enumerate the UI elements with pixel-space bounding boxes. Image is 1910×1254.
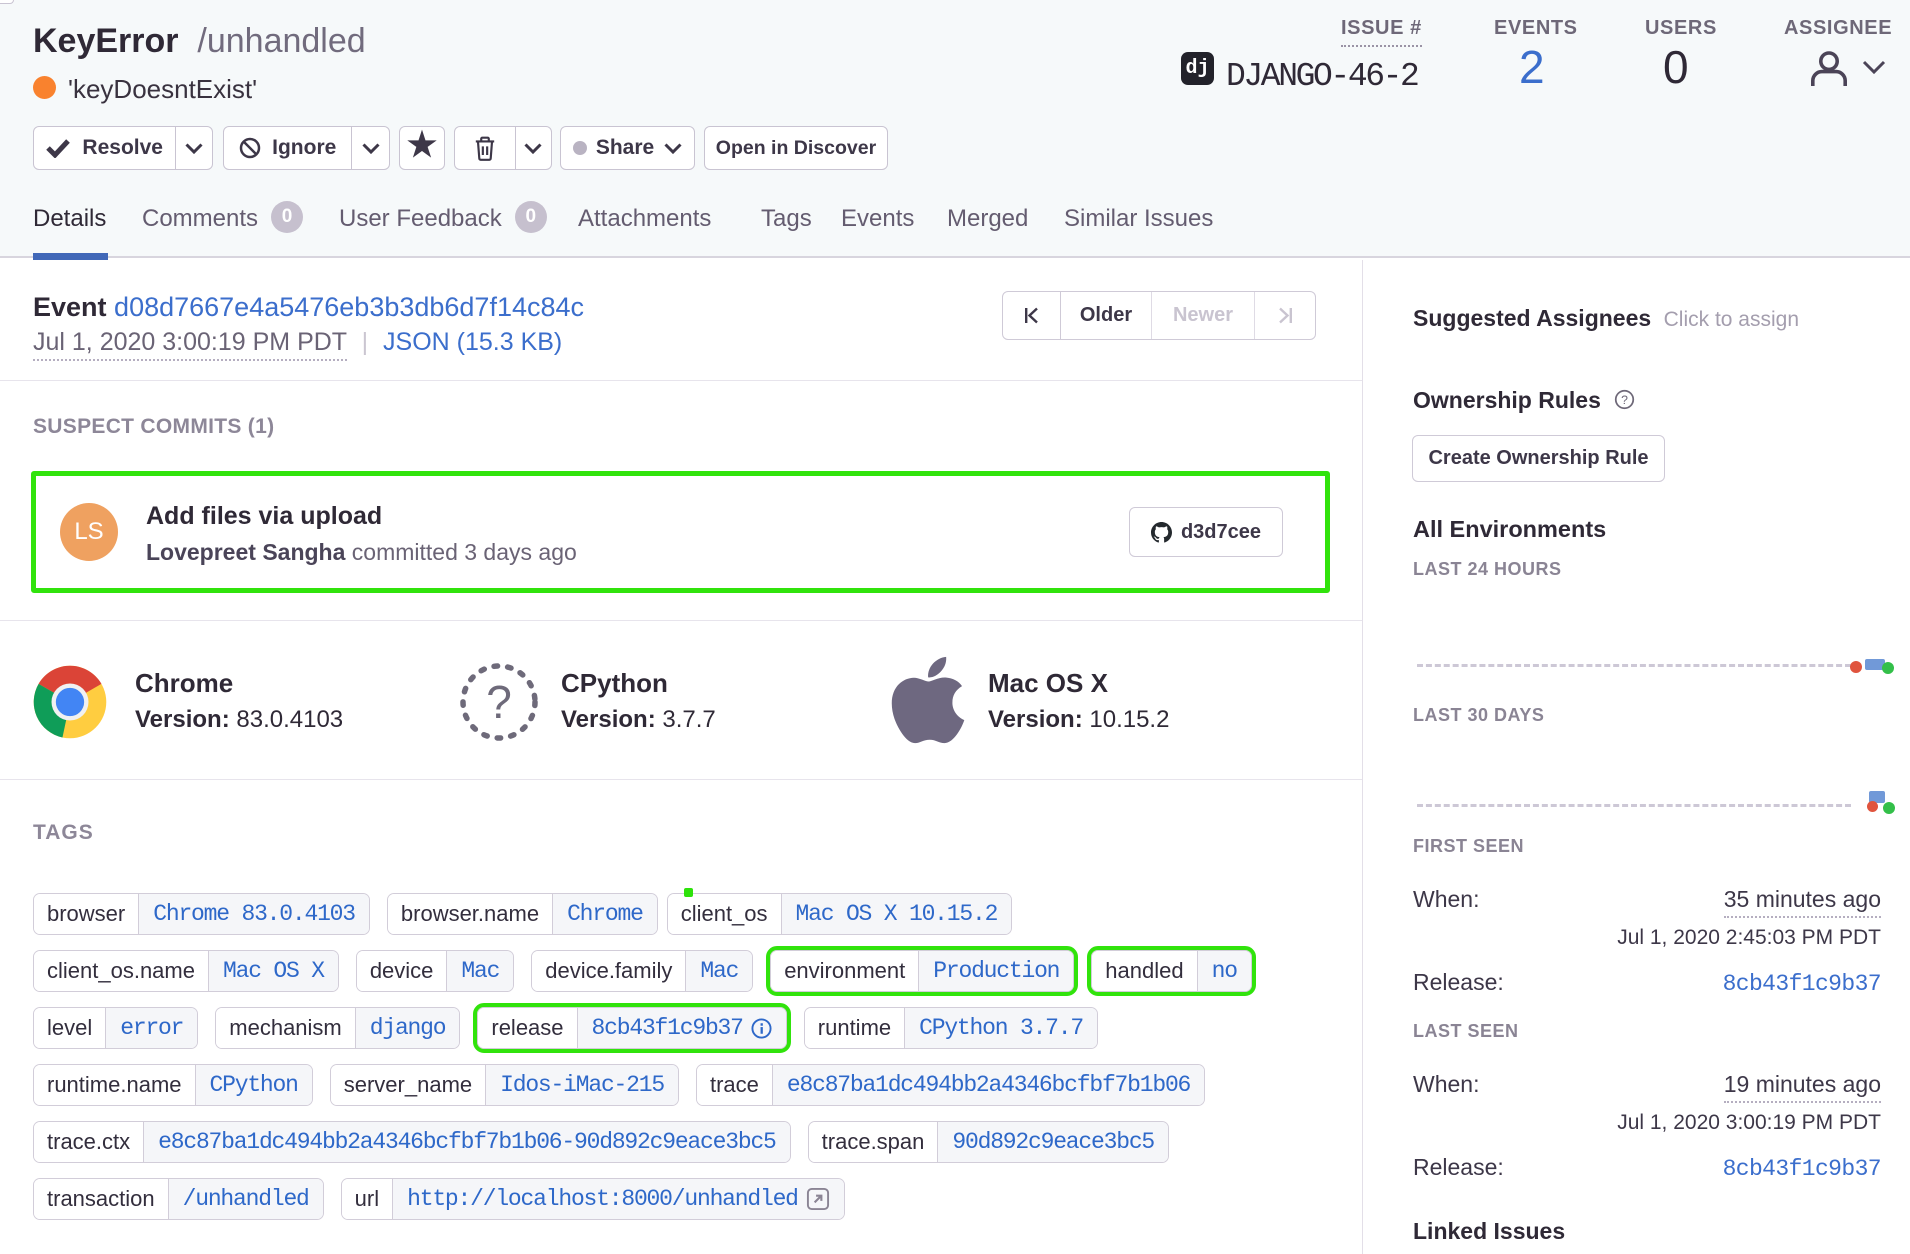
svg-text:?: ? [1621,393,1628,407]
svg-text:?: ? [486,676,512,728]
